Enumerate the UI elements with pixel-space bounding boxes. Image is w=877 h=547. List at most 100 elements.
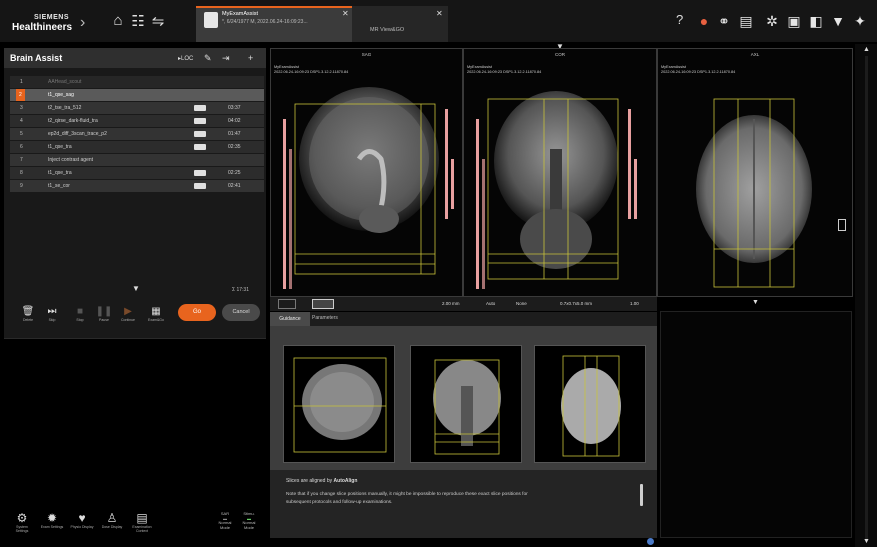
settings-icon[interactable]: ✲ bbox=[764, 13, 780, 30]
protocol-row[interactable]: 7 Inject contrast agent bbox=[10, 154, 264, 166]
document-icon[interactable] bbox=[838, 219, 846, 231]
close-icon[interactable]: ✕ bbox=[342, 9, 349, 18]
exam-context-button[interactable]: ▤ Examination Context bbox=[130, 511, 154, 533]
extra-icon[interactable]: ✦ bbox=[852, 13, 868, 30]
protocol-row[interactable]: 6 t1_qse_tra 02:35 bbox=[10, 141, 264, 153]
none-button[interactable]: None bbox=[516, 301, 527, 306]
expand-down-icon[interactable]: ▼ bbox=[132, 284, 140, 293]
physio-display-button[interactable]: ♥ Physio Display bbox=[70, 511, 94, 529]
slice-position-bar[interactable] bbox=[634, 159, 637, 219]
viewport-sagittal[interactable]: SAG MyExamAssist 2022.06.24-16:09:23 DSP1… bbox=[270, 48, 463, 297]
workflow-icon[interactable]: ⇋ bbox=[148, 12, 168, 30]
home-icon[interactable]: ⌂ bbox=[108, 12, 128, 29]
row-number: 2 bbox=[16, 89, 25, 101]
row-name: t2_qirse_dark-fluid_tra bbox=[48, 118, 98, 124]
guidance-line1: Slices are aligned by AutoAlign bbox=[286, 478, 358, 484]
status-icon[interactable]: ● bbox=[696, 13, 712, 29]
guidance-scrollbar[interactable] bbox=[640, 484, 643, 506]
insert-icon[interactable]: ⇥ bbox=[222, 53, 230, 64]
viewport-coronal[interactable]: COR MyExamAssist 2022.06.24-16:09:23 DSP1… bbox=[463, 48, 657, 297]
divider bbox=[4, 338, 266, 339]
slice-position-bar[interactable] bbox=[283, 119, 286, 289]
slice-position-bar[interactable] bbox=[482, 159, 485, 289]
tab-mr-view-go[interactable] bbox=[352, 6, 448, 42]
protocol-badge-icon bbox=[194, 118, 206, 124]
auto-button[interactable]: Auto bbox=[486, 301, 495, 306]
protocol-row[interactable]: 4 t2_qirse_dark-fluid_tra 04:02 bbox=[10, 115, 264, 127]
stop-button[interactable]: ■ Stop bbox=[70, 306, 90, 322]
slice-position-bar[interactable] bbox=[445, 109, 448, 219]
tools-icon[interactable]: ▣ bbox=[786, 13, 802, 30]
skip-icon: ⏭ bbox=[47, 306, 57, 317]
report-icon: ▤ bbox=[136, 511, 148, 525]
add-icon[interactable]: + bbox=[248, 53, 253, 63]
protocol-row[interactable]: 9 t1_se_cor 02:41 bbox=[10, 180, 264, 192]
protocol-row[interactable]: 5 ep2d_diff_3scan_trace_p2 01:47 bbox=[10, 128, 264, 140]
tab-parameters[interactable]: Parameters bbox=[312, 315, 338, 321]
row-time: 02:35 bbox=[228, 144, 241, 150]
info-dot-icon[interactable] bbox=[647, 538, 654, 545]
row-time: 03:37 bbox=[228, 105, 241, 111]
patient-browser-icon[interactable]: ☷ bbox=[128, 12, 148, 30]
edit-icon[interactable]: ✎ bbox=[204, 53, 212, 64]
loc-button[interactable]: ▸LOC bbox=[178, 55, 193, 62]
go-button[interactable]: Go bbox=[178, 304, 216, 321]
protocol-row[interactable]: 8 t1_qse_tra 02:25 bbox=[10, 167, 264, 179]
cart-icon[interactable]: ▼ bbox=[830, 13, 846, 29]
guidance-image-sagittal bbox=[283, 345, 395, 463]
slice-position-bar[interactable] bbox=[289, 149, 292, 289]
layout-single-icon[interactable] bbox=[278, 299, 296, 309]
protocol-badge-icon bbox=[194, 105, 206, 111]
brand-line1: SIEMENS bbox=[34, 14, 70, 21]
guidance-image-coronal bbox=[410, 345, 522, 463]
protocol-row[interactable]: 2 t1_qse_sag bbox=[10, 89, 264, 101]
slice-thickness[interactable]: 2.00 mm bbox=[442, 301, 460, 306]
row-number: 8 bbox=[20, 170, 23, 176]
row-name: t1_qse_tra bbox=[48, 144, 72, 150]
empty-viewport bbox=[660, 311, 852, 538]
row-time: 04:02 bbox=[228, 118, 241, 124]
cancel-button[interactable]: Cancel bbox=[222, 304, 260, 321]
system-settings-button[interactable]: ⚙ System Settings bbox=[10, 511, 34, 533]
row-name: AAHead_scout bbox=[48, 79, 82, 85]
dose-display-button[interactable]: ♙ Dose Display bbox=[100, 511, 124, 529]
help-icon[interactable]: ? bbox=[676, 12, 683, 27]
guidance-line3: subsequent protocols and follow-up exami… bbox=[286, 500, 393, 505]
person-icon: ♙ bbox=[106, 511, 118, 525]
camera-icon[interactable]: ◧ bbox=[808, 13, 824, 30]
tab2-title: MR View&GO bbox=[370, 27, 405, 33]
delete-button[interactable]: 🗑 Delete bbox=[18, 306, 38, 322]
network-icon[interactable]: ⚭ bbox=[716, 13, 732, 30]
scroll-up-icon[interactable]: ▲ bbox=[863, 46, 870, 53]
row-name: t2_tse_tra_512 bbox=[48, 105, 82, 111]
protocol-badge-icon bbox=[194, 183, 206, 189]
layout-grid-icon[interactable] bbox=[312, 299, 334, 309]
slice-position-bar[interactable] bbox=[451, 159, 454, 209]
total-time: Σ 17:31 bbox=[232, 287, 249, 293]
tab-guidance[interactable]: Guidance bbox=[270, 312, 310, 326]
row-number: 3 bbox=[20, 105, 23, 111]
skip-button[interactable]: ⏭ Skip bbox=[42, 306, 62, 322]
gear-icon: ✹ bbox=[46, 511, 58, 525]
exam-go-button[interactable]: ▦ Exam&Go bbox=[146, 306, 166, 322]
sar-mode: SAR ▬ Normal Mode bbox=[218, 511, 232, 530]
exam-settings-button[interactable]: ✹ Exam Settings bbox=[40, 511, 64, 529]
continue-button[interactable]: ▶ Continue bbox=[118, 306, 138, 322]
protocol-row[interactable]: 3 t2_tse_tra_512 03:37 bbox=[10, 102, 264, 114]
exam-icon: ▦ bbox=[151, 306, 161, 317]
slice-position-bar[interactable] bbox=[628, 109, 631, 219]
pause-button[interactable]: ❚❚ Pause bbox=[94, 306, 114, 322]
row-number: 7 bbox=[20, 157, 23, 163]
expand-down-icon[interactable]: ▼ bbox=[752, 299, 759, 306]
viewport-axial[interactable]: AXL MyExamAssist 2022.06.24-16:09:23 DSP1… bbox=[657, 48, 853, 297]
trash-icon: 🗑 bbox=[21, 306, 35, 317]
queue-icon[interactable]: ▤ bbox=[738, 13, 754, 30]
row-number: 5 bbox=[20, 131, 23, 137]
scroll-down-icon[interactable]: ▼ bbox=[863, 538, 870, 545]
guidance-line2: Note that if you change slice positions … bbox=[286, 492, 528, 497]
brand-chevron-icon[interactable]: › bbox=[80, 14, 85, 32]
protocol-row[interactable]: 1 AAHead_scout bbox=[10, 76, 264, 88]
slice-position-bar[interactable] bbox=[476, 119, 479, 289]
right-scrollbar[interactable] bbox=[865, 56, 868, 540]
close-icon[interactable]: ✕ bbox=[436, 9, 443, 18]
